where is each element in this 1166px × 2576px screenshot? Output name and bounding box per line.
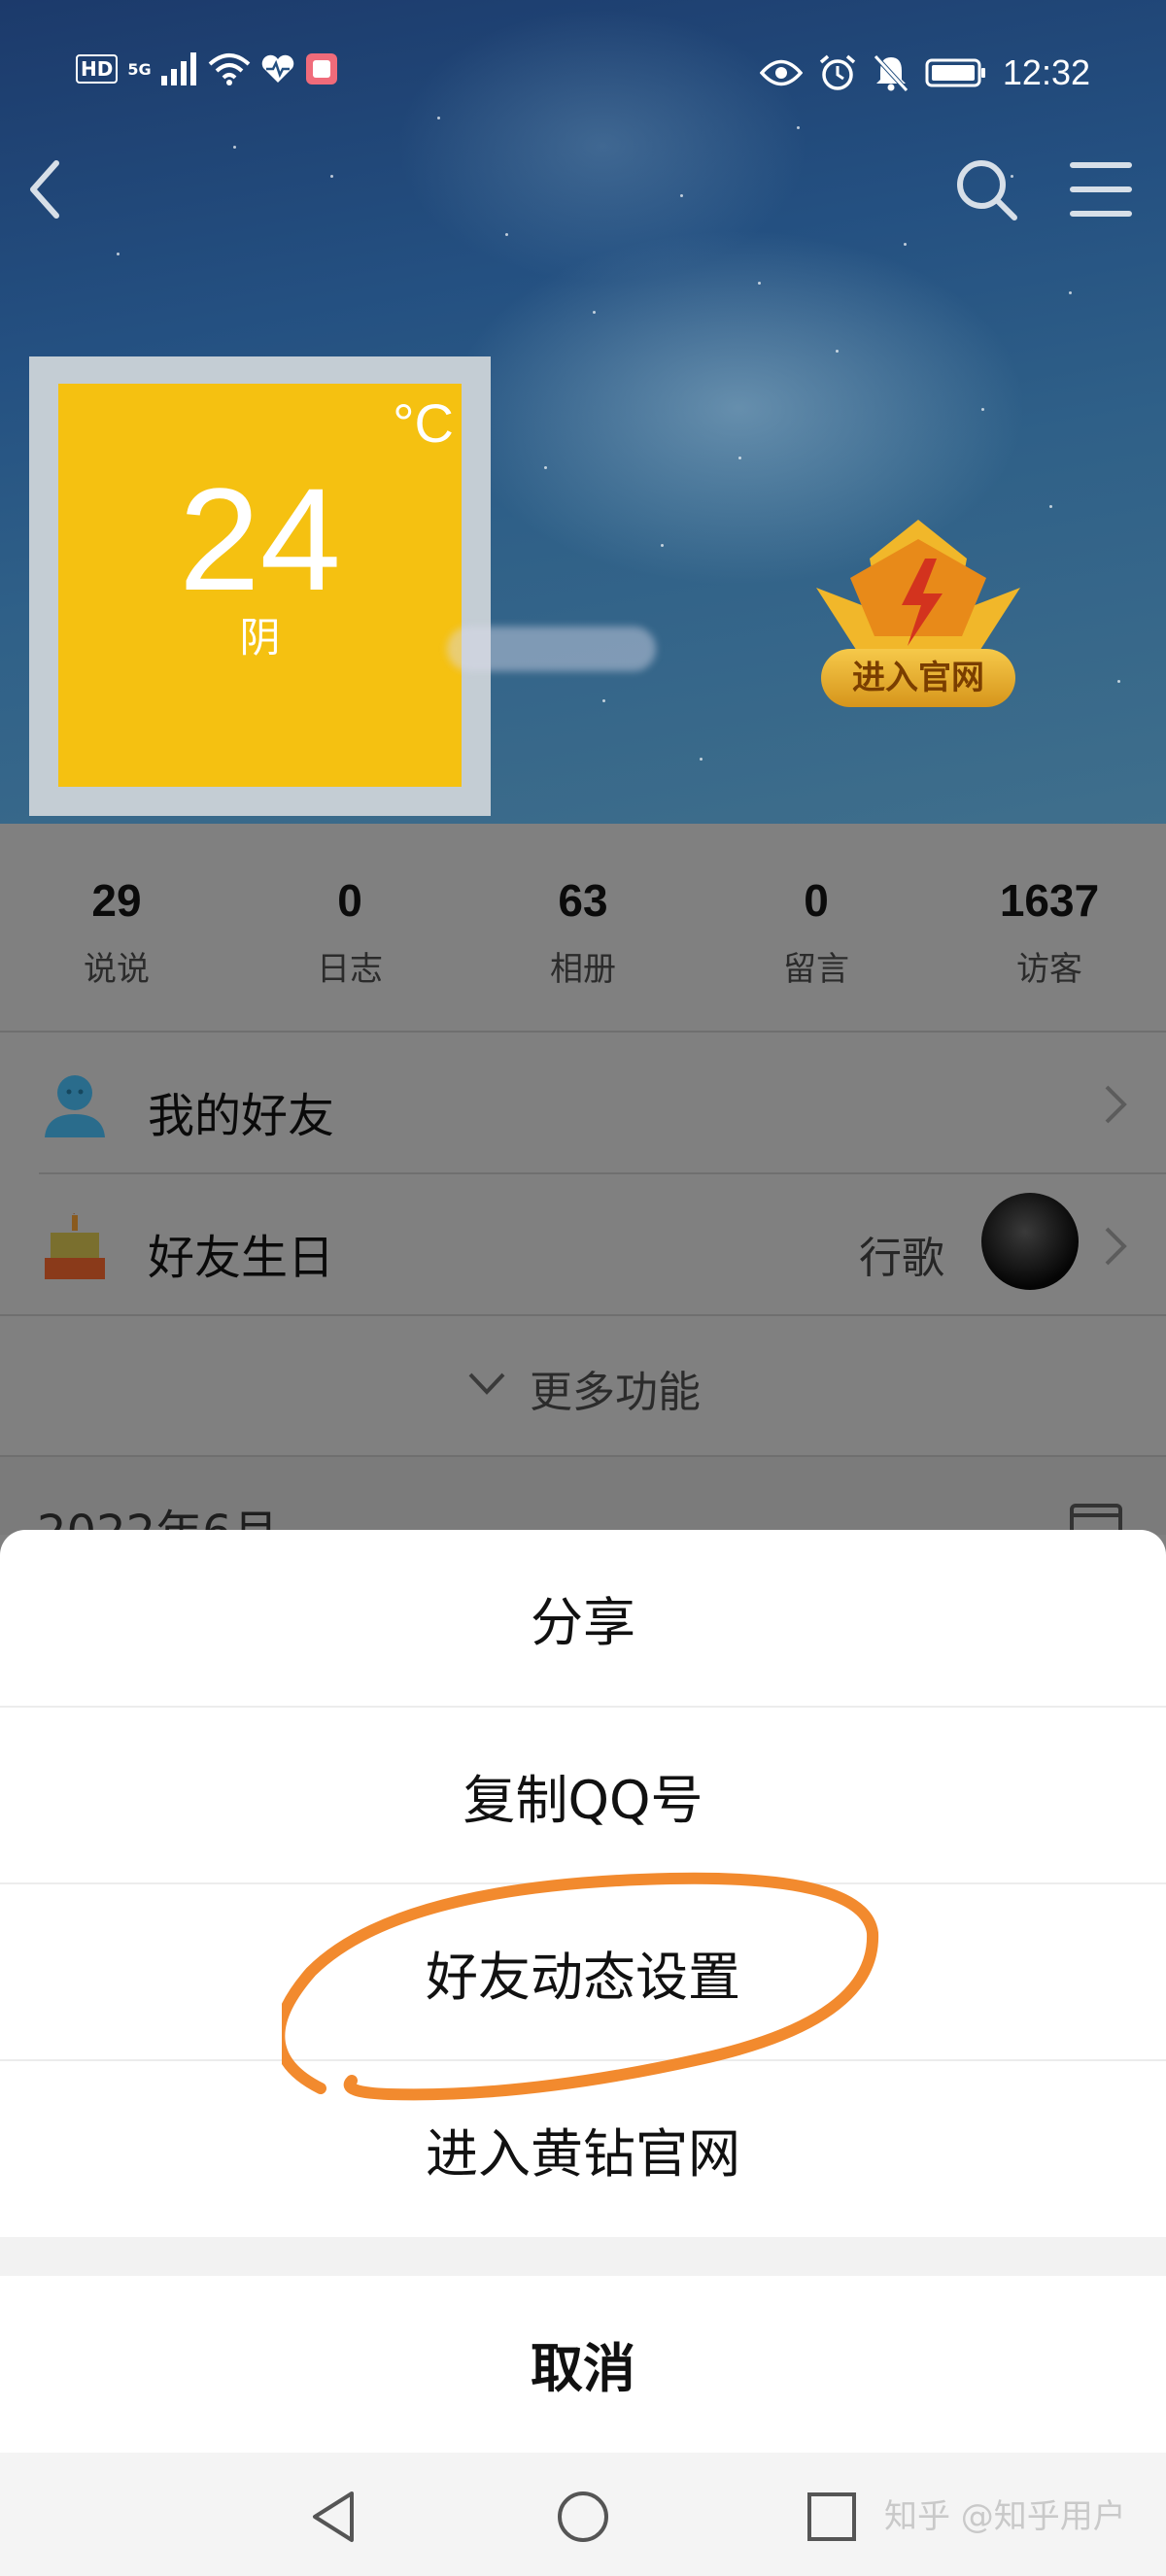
friend-feed-settings-option[interactable]: 好友动态设置 [0,1884,1166,2059]
clock: 12:32 [1002,52,1090,92]
network-badge: HD [76,54,119,84]
status-bar: HD 5G 12:32 [0,39,1166,107]
back-icon[interactable] [21,155,70,223]
stat-value: 0 [337,875,362,926]
copy-qq-option[interactable]: 复制QQ号 [0,1708,1166,1882]
cancel-button[interactable]: 取消 [0,2276,1166,2451]
watermark: 知乎 @知乎用户 [884,2497,1126,2536]
blurred-nickname [447,627,656,671]
eye-icon [759,59,803,86]
sheet-gap [0,2237,1166,2276]
my-friends-label: 我的好友 [148,1089,335,1143]
nav-home-icon[interactable] [556,2490,610,2544]
more-functions-label: 更多功能 [530,1368,701,1417]
stat-shuoshuo[interactable]: 29 说说 [0,824,233,1031]
chevron-down-icon [468,1373,505,1395]
date-header: 2022年6月 [0,1457,1166,1560]
signal-type: 5G [127,59,152,79]
stat-label: 相册 [550,950,616,989]
friend-avatar[interactable] [981,1193,1079,1290]
battery-icon [925,58,985,87]
wifi-icon [208,53,250,85]
stat-value: 1637 [999,875,1100,926]
chevron-right-icon [1105,1227,1127,1266]
search-icon[interactable] [952,155,1020,223]
temperature-value: 24 [179,458,341,621]
stat-label: 说说 [84,950,150,989]
friend-birthday-label: 好友生日 [148,1231,335,1285]
my-friends-row[interactable]: 我的好友 [0,1033,1166,1172]
nav-recent-icon[interactable] [806,2491,857,2542]
system-nav-bar: 知乎 @知乎用户 [0,2453,1166,2576]
cake-icon [45,1213,105,1279]
person-icon [45,1075,105,1137]
yellow-diamond-website-option[interactable]: 进入黄钻官网 [0,2061,1166,2236]
weather-condition: 阴 [239,614,281,661]
signal-icon [160,52,196,85]
more-functions-button[interactable]: 更多功能 [0,1316,1166,1454]
stat-label: 留言 [783,950,849,989]
stats-bar: 29 说说 0 日志 63 相册 0 留言 1637 访客 [0,824,1166,1031]
alarm-icon [819,54,856,90]
app-notification-icon [305,53,337,85]
stat-messages[interactable]: 0 留言 [700,824,933,1031]
mute-icon [874,54,909,92]
vip-website-button[interactable]: 进入官网 [821,649,1015,707]
stat-visitors[interactable]: 1637 访客 [933,824,1166,1031]
stat-blog[interactable]: 0 日志 [233,824,466,1031]
action-sheet: 分享 复制QQ号 好友动态设置 进入黄钻官网 取消 [0,1530,1166,2576]
weather-avatar[interactable]: °C 24 阴 [58,384,462,787]
stat-label: 日志 [317,950,383,989]
stat-label: 访客 [1016,950,1082,989]
nav-back-icon[interactable] [309,2490,360,2544]
stat-value: 0 [804,875,829,926]
stat-value: 63 [558,875,608,926]
stat-value: 29 [91,875,142,926]
birthday-friend-name: 行歌 [859,1234,944,1283]
temperature-unit: °C [393,392,454,454]
screen: HD 5G 12:32 °C 24 阴 进入官网 29 说说 0 日志 63 相… [0,0,1166,2576]
chevron-right-icon [1105,1085,1127,1124]
share-option[interactable]: 分享 [0,1530,1166,1705]
health-icon [261,54,293,83]
menu-icon[interactable] [1067,157,1135,221]
cover-header: HD 5G 12:32 °C 24 阴 进入官网 [0,0,1166,824]
stat-album[interactable]: 63 相册 [466,824,700,1031]
